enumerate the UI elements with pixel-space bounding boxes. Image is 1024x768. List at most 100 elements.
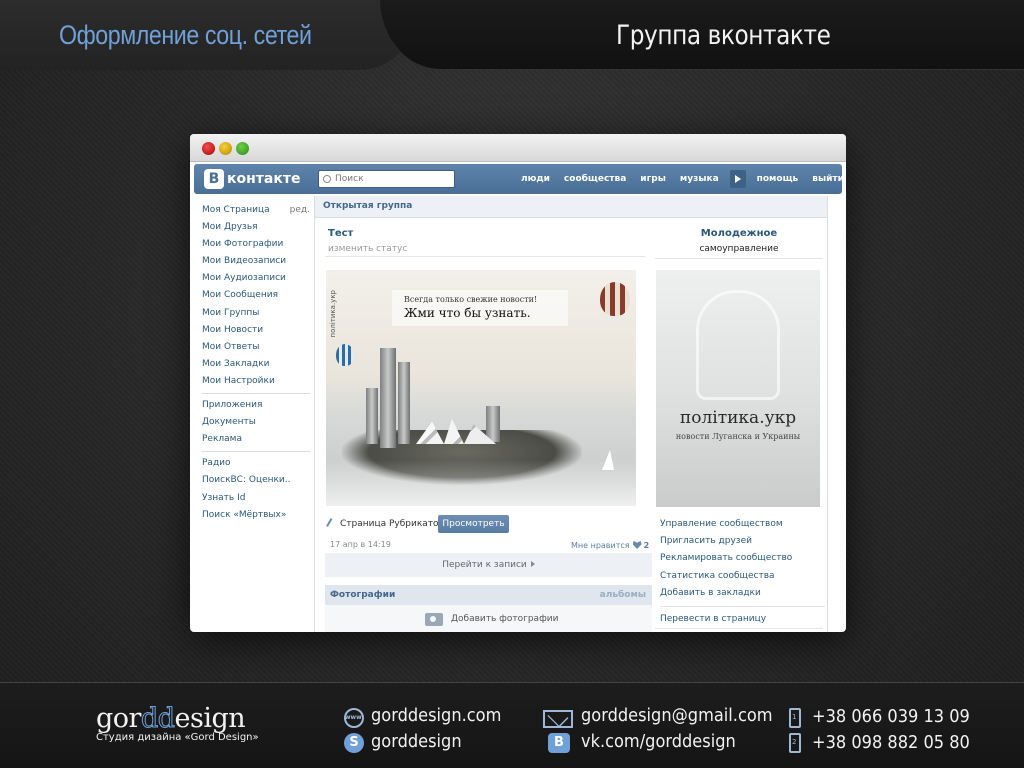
browser-window: В контакте Поиск люди сообщества игры му… [190,134,846,632]
menu-ads[interactable]: Реклама [202,431,310,448]
website-link[interactable]: gorddesign.com [371,705,501,726]
maximize-window-button[interactable] [236,142,249,155]
community-stats-link[interactable]: Статистика сообщества [660,568,825,585]
manage-community-link[interactable]: Управление сообществом [660,516,825,533]
menu-my-answers[interactable]: Мои Ответы [202,339,310,356]
fog-overlay [326,460,636,506]
skype-icon: S [344,733,364,753]
gorddesign-logo: gorddesign Студия дизайна «Gord Design» [96,703,259,744]
wiki-banner[interactable]: політика.укр Всегда только свежие новост… [326,270,636,506]
rubric-row: Страница Рубрикатор Просмотреть [326,515,646,533]
logo-word: gorddesign [96,703,246,735]
nav-music[interactable]: музыка [673,174,726,184]
invite-friends-link[interactable]: Пригласить друзей [660,533,825,550]
search-input[interactable]: Поиск [318,170,455,188]
change-status-link[interactable]: изменить статус [328,244,407,254]
menu-my-groups[interactable]: Мои Группы [202,305,310,322]
left-menu: Моя Страница ред. Мои Друзья Мои Фотограф… [202,202,310,524]
skyscraper-image [486,406,500,442]
advertise-community-link[interactable]: Рекламировать сообщество [660,550,825,567]
nav-communities[interactable]: сообщества [557,174,633,184]
group-type-header: Открытая группа [315,196,827,218]
avatar-brand-subtitle: новости Луганска и Украины [675,432,801,441]
go-to-post-button[interactable]: Перейти к записи [325,553,652,577]
page-header: Оформление соц. сетей Группа вконтакте [0,0,1024,70]
rubric-page-link[interactable]: Страница Рубрикатор [340,519,444,529]
group-name: Тест [328,228,354,239]
nav-logout[interactable]: выйти [805,174,846,184]
search-icon [323,175,331,183]
hot-air-balloon-icon [600,282,630,316]
top-nav: люди сообщества игры музыка помощь выйти [514,164,846,194]
globe-icon [344,708,364,728]
envelope-icon [543,710,573,728]
menu-my-bookmarks[interactable]: Мои Закладки [202,356,310,373]
email-link[interactable]: gorddesign@gmail.com [581,705,773,726]
divider [660,605,825,607]
like-button[interactable]: Мне нравится 2 [571,540,649,550]
banner-brand-vertical: політика.укр [329,290,337,338]
menu-radio[interactable]: Радио [202,455,310,472]
photos-section-header: Фотографии альбомы [325,585,652,605]
nav-help[interactable]: помощь [750,174,806,184]
play-music-button[interactable] [729,170,746,188]
banner-slogan: Всегда только свежие новости! [404,295,538,304]
vk-link[interactable]: vk.com/gorddesign [581,731,736,752]
menu-my-videos[interactable]: Мои Видеозаписи [202,253,310,270]
menu-my-page[interactable]: Моя Страница ред. [202,202,310,219]
group-actions-menu: Управление сообществом Пригласить друзей… [660,516,825,628]
phone-number-2[interactable]: +38 098 882 05 80 [812,732,970,753]
menu-divider [202,393,310,395]
heart-icon [632,541,642,549]
group-avatar-subtitle: самоуправление [699,244,779,254]
post-date[interactable]: 17 апр в 14:19 [330,540,391,549]
menu-my-photos[interactable]: Мои Фотографии [202,236,310,253]
menu-documents[interactable]: Документы [202,414,310,431]
hot-air-balloon-icon [336,344,354,366]
skyscraper-image [398,362,410,444]
menu-my-settings[interactable]: Мои Настройки [202,373,310,390]
phone-number-1[interactable]: +38 066 039 13 09 [812,706,970,727]
vk-icon: B [548,733,570,753]
window-titlebar [190,134,846,162]
logo-subtitle: Студия дизайна «Gord Design» [96,732,259,743]
edit-link[interactable]: ред. [290,202,310,219]
vk-top-bar: В контакте Поиск люди сообщества игры му… [194,164,844,194]
chevron-right-icon [530,561,535,567]
nav-people[interactable]: люди [514,174,557,184]
menu-find-id[interactable]: Узнать Id [202,490,310,507]
add-photos-label: Добавить фотографии [451,614,559,624]
menu-my-news[interactable]: Мои Новости [202,322,310,339]
camera-icon [425,613,443,626]
skyscraper-image [380,348,396,448]
group-avatar-image[interactable]: політика.укр новости Луганска и Украины [656,270,820,507]
skype-handle[interactable]: gorddesign [371,731,462,752]
minimize-window-button[interactable] [219,142,232,155]
menu-apps[interactable]: Приложения [202,397,310,414]
like-label: Мне нравится [571,541,630,550]
menu-my-friends[interactable]: Мои Друзья [202,219,310,236]
view-button[interactable]: Просмотреть [438,515,509,533]
convert-to-page-link[interactable]: Перевести в страницу [660,611,825,628]
vk-logo[interactable]: В контакте [204,169,300,189]
close-window-button[interactable] [202,142,215,155]
vk-logo-icon: В [204,169,224,189]
divider [325,256,645,257]
mobile-phone-icon: 1 [789,708,801,728]
menu-my-messages[interactable]: Мои Сообщения [202,287,310,304]
group-avatar-title: Молодежное [700,228,778,239]
skyscraper-image [366,388,378,444]
menu-search-dead[interactable]: Поиск «Мёртвых» [202,507,310,524]
avatar-brand: політика.укр [679,408,797,428]
photos-title[interactable]: Фотографии [330,590,395,600]
trident-icon [696,290,780,400]
add-bookmark-link[interactable]: Добавить в закладки [660,585,825,602]
albums-link[interactable]: альбомы [600,590,646,600]
group-content: Открытая группа Тест изменить статус пол… [314,196,828,632]
menu-search-rating[interactable]: ПоискВС: Оценки.. [202,472,310,489]
header-left-title: Оформление соц. сетей [59,20,312,50]
nav-games[interactable]: игры [633,174,673,184]
menu-my-audio[interactable]: Мои Аудиозаписи [202,270,310,287]
vk-logo-word: контакте [227,171,301,187]
add-photos-button[interactable]: Добавить фотографии [325,605,652,632]
